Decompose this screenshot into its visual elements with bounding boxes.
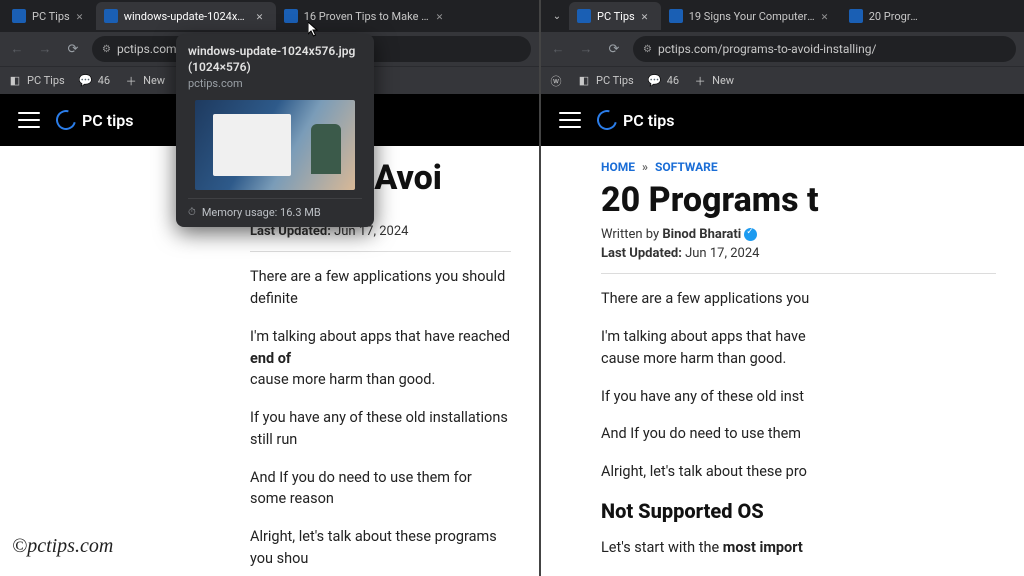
tab-title: PC Tips — [32, 10, 70, 23]
close-icon[interactable] — [76, 10, 88, 22]
pctips-icon: ◧ — [577, 74, 591, 88]
paragraph: There are a few applications you — [601, 288, 996, 310]
paragraph: I'm talking about apps that have reached… — [250, 326, 511, 391]
logo-mark-icon — [593, 106, 620, 133]
site-header: PC tips — [541, 94, 1024, 146]
close-icon[interactable] — [256, 10, 268, 22]
last-updated: Last Updated: Jun 17, 2024 — [250, 224, 511, 252]
tab-title: 19 Signs Your Computer Doesn — [689, 10, 815, 23]
plus-icon: ＋ — [693, 74, 707, 88]
forward-icon[interactable]: → — [577, 40, 595, 58]
cursor-icon — [308, 22, 320, 38]
tab-strip: ⌄ PC Tips 19 Signs Your Computer Doesn 2… — [541, 0, 1024, 32]
plus-icon: ＋ — [124, 74, 138, 88]
site-settings-icon[interactable]: ⚙ — [643, 44, 652, 55]
menu-icon[interactable] — [18, 112, 40, 128]
site-logo[interactable]: PC tips — [56, 110, 133, 130]
crumb-software[interactable]: SOFTWARE — [655, 160, 718, 174]
back-icon[interactable]: ← — [549, 40, 567, 58]
chat-icon: 💬 — [648, 74, 662, 88]
last-updated: Last Updated: Jun 17, 2024 — [601, 246, 996, 274]
page-content: HOME » SOFTWARE 20 Programs t Written by… — [541, 146, 1024, 576]
address-bar: ← → ⟳ ⚙ pctips.com/programs-to-avoid-ins… — [541, 32, 1024, 66]
bookmark-comments[interactable]: 💬46 — [79, 74, 110, 88]
reload-icon[interactable]: ⟳ — [605, 40, 623, 58]
url-field[interactable]: ⚙ pctips.com/programs-to-avoid-installin… — [633, 36, 1016, 62]
bookmarks-bar: ⓦ ◧PC Tips 💬46 ＋New — [541, 66, 1024, 94]
tab-title: 16 Proven Tips to Make Your S — [304, 10, 430, 23]
bookmark-comments[interactable]: 💬46 — [648, 74, 679, 88]
crumb-home[interactable]: HOME — [601, 160, 635, 174]
site-settings-icon[interactable]: ⚙ — [102, 44, 111, 55]
byline: Written by Binod Bharati — [601, 227, 996, 242]
paragraph: Alright, let's talk about these pro — [601, 461, 996, 483]
hover-title: windows-update-1024x576.jpg (1024×576) — [188, 44, 362, 75]
tab-title: windows-update-1024x576.jpg — [124, 10, 250, 23]
chat-icon: 💬 — [79, 74, 93, 88]
back-icon[interactable]: ← — [8, 40, 26, 58]
reload-icon[interactable]: ⟳ — [64, 40, 82, 58]
wordpress-icon: ⓦ — [549, 74, 563, 88]
bookmark-new[interactable]: ＋New — [693, 74, 734, 88]
bookmark-pctips[interactable]: ◧PC Tips — [8, 74, 65, 88]
article-heading: 20 Programs t — [601, 182, 996, 219]
paragraph: There are a few applications you should … — [250, 266, 511, 310]
hover-memory: Memory usage: 16.3 MB — [188, 198, 362, 219]
hover-domain: pctips.com — [188, 77, 362, 90]
favicon-icon — [849, 9, 863, 23]
url-text: pctips.com/programs-to-avoid-installing/ — [658, 42, 876, 56]
browser-window-right: ⌄ PC Tips 19 Signs Your Computer Doesn 2… — [541, 0, 1024, 576]
tab-active[interactable]: PC Tips — [569, 2, 661, 30]
paragraph: If you have any of these old inst — [601, 386, 996, 408]
paragraph: I'm talking about apps that havecause mo… — [601, 326, 996, 370]
favicon-icon — [104, 9, 118, 23]
tab[interactable]: 20 Programs t — [841, 2, 931, 30]
close-icon[interactable] — [641, 10, 653, 22]
paragraph: Alright, let's talk about these programs… — [250, 526, 511, 570]
tab-hover-card: windows-update-1024x576.jpg (1024×576) p… — [176, 34, 374, 227]
favicon-icon — [669, 9, 683, 23]
logo-mark-icon — [52, 106, 79, 133]
favicon-icon — [12, 9, 26, 23]
author-name[interactable]: Binod Bharati — [662, 227, 741, 242]
hover-thumbnail — [195, 100, 355, 190]
paragraph: And If you do need to use them — [601, 423, 996, 445]
close-icon[interactable] — [821, 10, 833, 22]
bookmark-wp[interactable]: ⓦ — [549, 74, 563, 88]
breadcrumb: HOME » SOFTWARE — [601, 160, 996, 174]
tab-active[interactable]: windows-update-1024x576.jpg — [96, 2, 276, 30]
bookmark-pctips[interactable]: ◧PC Tips — [577, 74, 634, 88]
site-logo[interactable]: PC tips — [597, 110, 674, 130]
close-icon[interactable] — [436, 10, 448, 22]
tab[interactable]: 19 Signs Your Computer Doesn — [661, 2, 841, 30]
paragraph: If you have any of these old installatio… — [250, 407, 511, 451]
article: HOME » SOFTWARE 20 Programs t Written by… — [541, 146, 1024, 576]
tab-strip: PC Tips windows-update-1024x576.jpg 16 P… — [0, 0, 539, 32]
tab[interactable]: 16 Proven Tips to Make Your S — [276, 2, 456, 30]
tab-title: PC Tips — [597, 10, 635, 23]
tab[interactable]: PC Tips — [4, 2, 96, 30]
watermark: ©pctips.com — [12, 535, 113, 558]
section-heading: Not Supported OS — [601, 499, 996, 523]
crumb-separator: » — [642, 160, 648, 174]
favicon-icon — [284, 9, 298, 23]
paragraph: And If you do need to use them for some … — [250, 467, 511, 511]
favicon-icon — [577, 9, 591, 23]
menu-icon[interactable] — [559, 112, 581, 128]
bookmark-new[interactable]: ＋New — [124, 74, 165, 88]
paragraph: Let's start with the most import — [601, 537, 996, 559]
verified-icon — [744, 228, 757, 241]
forward-icon[interactable]: → — [36, 40, 54, 58]
tab-search-icon[interactable]: ⌄ — [545, 4, 569, 28]
tab-title: 20 Programs t — [869, 10, 923, 23]
pctips-icon: ◧ — [8, 74, 22, 88]
